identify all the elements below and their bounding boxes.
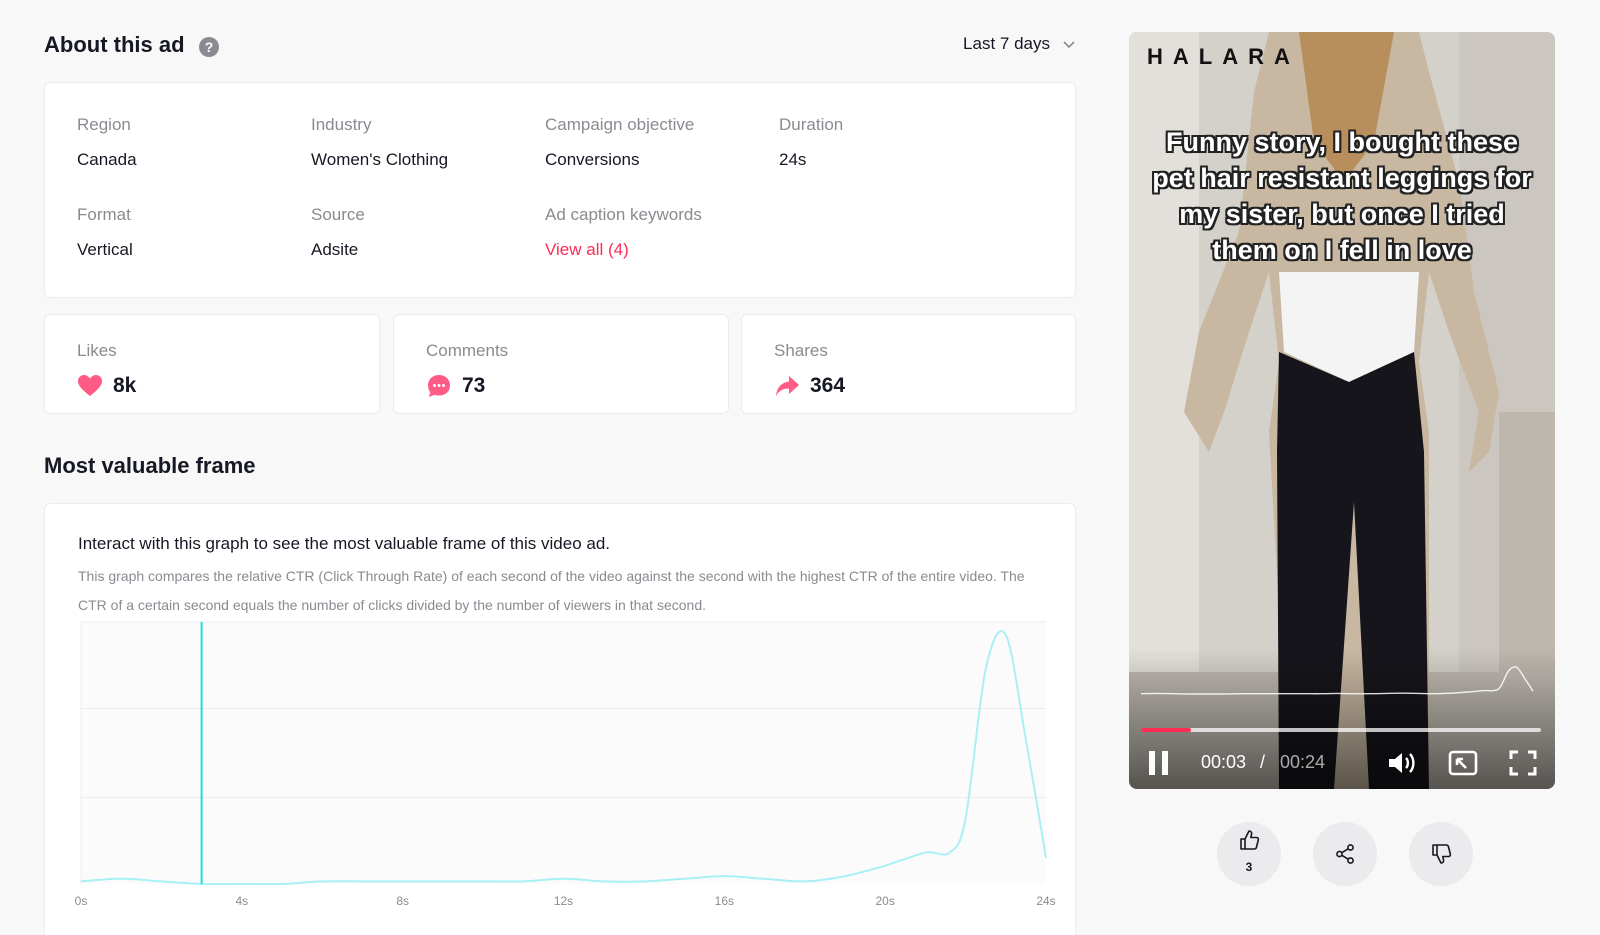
time-total: 00:24 [1280, 752, 1326, 772]
likes-value: 8k [113, 374, 137, 397]
region-label: Region [77, 115, 131, 134]
date-range-label: Last 7 days [963, 34, 1050, 53]
duration-value: 24s [779, 150, 807, 169]
mini-series-line [1141, 666, 1534, 695]
source-value: Adsite [311, 240, 359, 259]
format-label: Format [77, 205, 131, 224]
most-valuable-frame-title: Most valuable frame [44, 453, 256, 478]
shares-card: Shares 364 [741, 314, 1076, 414]
about-header: About this ad ? Last 7 days [44, 30, 1076, 62]
video-player[interactable]: HALARA Funny story, I bought these pet h… [1129, 32, 1555, 789]
fullscreen-icon[interactable] [1509, 750, 1537, 776]
graph-heading: Interact with this graph to see the most… [78, 534, 611, 553]
comments-label: Comments [426, 341, 509, 360]
industry-label: Industry [311, 115, 372, 134]
comments-card: Comments 73 [393, 314, 729, 414]
info-objective: Campaign objective Conversions [545, 115, 694, 170]
volume-icon[interactable] [1387, 750, 1417, 776]
dislike-button[interactable] [1409, 822, 1473, 886]
format-value: Vertical [77, 240, 133, 259]
comments-value: 73 [462, 374, 486, 397]
info-industry: Industry Women's Clothing [311, 115, 448, 170]
thumbs-down-icon [1432, 844, 1452, 864]
share-button[interactable] [1313, 822, 1377, 886]
info-duration: Duration 24s [779, 115, 843, 170]
source-label: Source [311, 205, 365, 224]
keywords-label: Ad caption keywords [545, 205, 702, 224]
heart-icon [78, 375, 102, 396]
region-value: Canada [77, 150, 137, 169]
likes-card: Likes 8k [44, 314, 380, 414]
objective-value: Conversions [545, 150, 640, 169]
thumbs-up-icon [1240, 830, 1260, 850]
frame-graph-card: Interact with this graph to see the most… [44, 503, 1076, 935]
picture-in-picture-icon[interactable] [1448, 750, 1478, 776]
share-arrow-icon [776, 376, 799, 396]
ad-info-card: Region Canada Industry Women's Clothing … [44, 82, 1076, 298]
x-tick-label: 0s [75, 894, 88, 908]
chevron-down-icon [1063, 41, 1075, 49]
comment-bubble-icon [428, 375, 450, 397]
share-nodes-icon [1336, 844, 1354, 864]
pause-icon[interactable] [1147, 750, 1171, 776]
x-tick-label: 16s [715, 894, 734, 908]
info-keywords: Ad caption keywords View all (4) [545, 205, 702, 260]
view-all-keywords-link[interactable]: View all (4) [545, 240, 702, 260]
video-controls: 00:03 / 00:24 [1129, 744, 1555, 780]
brand-logo: HALARA [1147, 44, 1300, 69]
x-tick-label: 8s [396, 894, 409, 908]
question-circle-icon[interactable]: ? [199, 37, 219, 57]
info-format: Format Vertical [77, 205, 133, 260]
shares-label: Shares [774, 341, 828, 360]
x-tick-label: 24s [1036, 894, 1055, 908]
duration-label: Duration [779, 115, 844, 134]
graph-description: This graph compares the relative CTR (Cl… [78, 568, 1025, 613]
industry-value: Women's Clothing [311, 150, 449, 169]
chart-plot-area [81, 622, 1046, 884]
shares-value: 364 [810, 374, 846, 397]
like-button[interactable]: 3 [1217, 822, 1281, 886]
about-title: About this ad [44, 32, 185, 57]
info-source: Source Adsite [311, 205, 365, 260]
video-caption: Funny story, I bought these pet hair res… [1152, 127, 1532, 265]
ctr-line-chart[interactable]: 0s 4s 8s 12s 16s 20s 24s [45, 619, 1077, 935]
progress-bar[interactable] [1141, 728, 1541, 732]
x-tick-label: 4s [235, 894, 248, 908]
x-tick-label: 20s [875, 894, 894, 908]
likes-label: Likes [77, 341, 117, 360]
progress-fill [1141, 728, 1191, 732]
mini-ctr-graph [1141, 666, 1534, 695]
time-current: 00:03 [1201, 752, 1247, 772]
x-tick-label: 12s [554, 894, 573, 908]
info-region: Region Canada [77, 115, 137, 170]
objective-label: Campaign objective [545, 115, 695, 134]
like-count: 3 [1245, 860, 1253, 874]
time-separator: / [1260, 752, 1266, 772]
date-range-select[interactable]: Last 7 days [963, 34, 1076, 54]
